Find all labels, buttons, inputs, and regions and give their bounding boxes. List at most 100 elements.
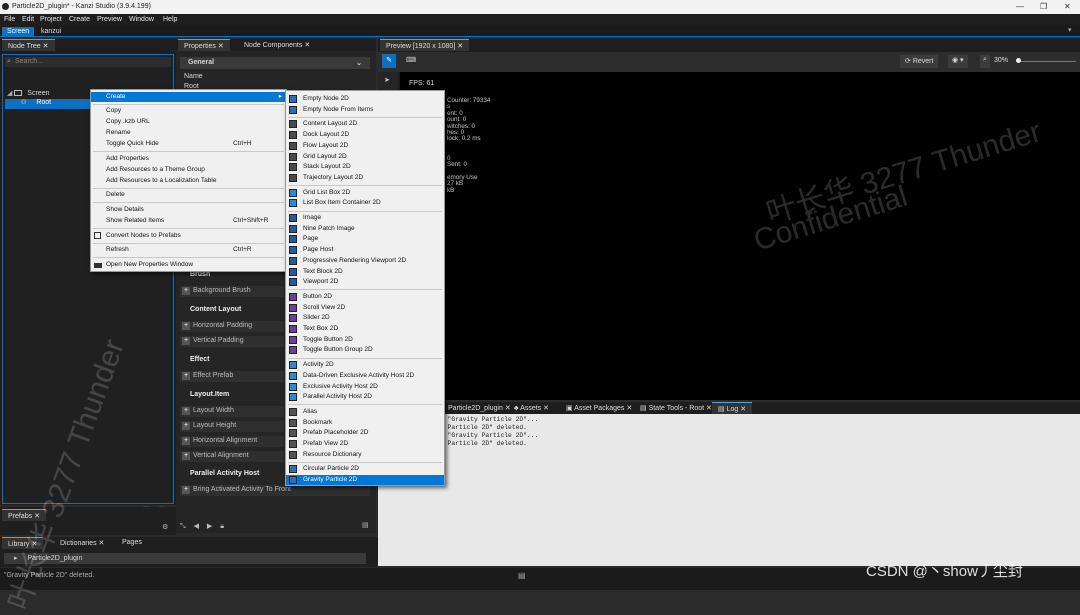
library-item[interactable]: ▸ Particle2D_plugin [4, 553, 366, 564]
create-item-slider-2d[interactable]: Slider 2D [286, 313, 444, 323]
property-layout-height[interactable]: + Layout Height [180, 421, 284, 432]
menu-create[interactable]: Create [69, 16, 90, 23]
create-item-bookmark[interactable]: Bookmark [286, 418, 444, 428]
context-menu-item-convert-to-prefabs[interactable]: Convert Nodes to Prefabs [91, 231, 181, 241]
property-horizontal-padding[interactable]: + Horizontal Padding [180, 321, 284, 332]
context-menu-item-rename[interactable]: Rename [91, 128, 131, 138]
property-effect-prefab[interactable]: + Effect Prefab [180, 371, 284, 382]
create-item-grid-layout-2d[interactable]: Grid Layout 2D [286, 152, 444, 162]
maximize-button[interactable]: ❐ [1040, 2, 1047, 11]
tab-assets[interactable]: ♣ Assets ✕ [508, 402, 555, 414]
create-item-toggle-button-group-2d[interactable]: Toggle Button Group 2D [286, 345, 444, 355]
create-item-circular-particle-2d[interactable]: Circular Particle 2D [286, 464, 444, 474]
create-item-resource-dictionary[interactable]: Resource Dictionary [286, 450, 444, 460]
create-item-text-block-2d[interactable]: Text Block 2D [286, 267, 444, 277]
general-section-header[interactable]: General ⌄ [180, 57, 370, 69]
cursor-icon[interactable]: ➤ [384, 76, 390, 84]
pin-icon[interactable]: ✎ [382, 54, 396, 68]
menu-file[interactable]: File [4, 16, 15, 23]
create-item-progressive-rendering-viewport-2d[interactable]: Progressive Rendering Viewport 2D [286, 256, 444, 266]
context-menu-item-open-properties-window[interactable]: Open New Properties Window [91, 260, 193, 270]
workspace-tab-kanzui[interactable]: kanzui [36, 27, 66, 37]
create-item-image[interactable]: Image [286, 213, 444, 223]
create-item-grid-list-box-2d[interactable]: Grid List Box 2D [286, 188, 444, 198]
context-menu-item-copy-kzb-url[interactable]: Copy .kzb URL [91, 117, 150, 127]
tab-state-tools[interactable]: ▤ State Tools - Root ✕ [634, 402, 718, 414]
create-item-alias[interactable]: Alias [286, 407, 444, 417]
create-item-scroll-view-2d[interactable]: Scroll View 2D [286, 303, 444, 313]
create-item-data-driven-exclusive-activity-host-2d[interactable]: Data-Driven Exclusive Activity Host 2D [286, 371, 444, 381]
next-icon[interactable]: ▶ [207, 523, 212, 530]
zoom-slider[interactable] [1018, 61, 1076, 62]
menu-edit[interactable]: Edit [22, 16, 34, 23]
workspace-dropdown-icon[interactable]: ▾ [1068, 26, 1072, 34]
property-layout-width[interactable]: + Layout Width [180, 406, 284, 417]
tab-asset-packages[interactable]: ▣ Asset Packages ✕ [560, 402, 638, 414]
tab-particle2d-plugin[interactable]: Particle2D_plugin ✕ [442, 402, 517, 414]
keyboard-icon[interactable]: ⌨ [406, 56, 416, 64]
create-item-toggle-button-2d[interactable]: Toggle Button 2D [286, 335, 444, 345]
lock-icon[interactable]: 🔒︎ [220, 523, 224, 530]
create-item-prefab-placeholder-2d[interactable]: Prefab Placeholder 2D [286, 428, 444, 438]
menu-window[interactable]: Window [129, 16, 154, 23]
create-item-stack-layout-2d[interactable]: Stack Layout 2D [286, 162, 444, 172]
context-menu-item-add-properties[interactable]: Add Properties [91, 154, 149, 164]
property-background-brush[interactable]: + Background Brush [180, 286, 284, 297]
context-menu-item-add-theme-group[interactable]: Add Resources to a Theme Group [91, 165, 205, 175]
tree-item-screen[interactable]: ◢ Screen [7, 89, 49, 97]
minimize-button[interactable]: — [1016, 2, 1024, 11]
tab-node-components[interactable]: Node Components ✕ [238, 39, 316, 51]
menu-project[interactable]: Project [40, 16, 62, 23]
expand-icon[interactable]: ⤡ [180, 523, 186, 530]
create-item-empty-node-2d[interactable]: Empty Node 2D [286, 94, 444, 104]
context-menu-item-show-related[interactable]: Show Related Items Ctrl+Shift+R [91, 216, 286, 226]
create-item-page[interactable]: Page [286, 234, 444, 244]
create-item-gravity-particle-2d[interactable]: Gravity Particle 2D [286, 475, 444, 486]
create-item-list-box-item-container-2d[interactable]: List Box Item Container 2D [286, 198, 444, 208]
zoom-slider-handle[interactable] [1016, 58, 1021, 63]
document-icon[interactable]: ▤ [518, 571, 526, 580]
create-item-content-layout-2d[interactable]: Content Layout 2D [286, 119, 444, 129]
context-menu-item-show-details[interactable]: Show Details [91, 205, 144, 215]
tab-properties[interactable]: Properties ✕ [178, 39, 230, 51]
prev-icon[interactable]: ◀ [194, 523, 199, 530]
search-input[interactable]: Search... [5, 57, 171, 67]
visibility-toggle[interactable]: ◉ ▾ [948, 55, 968, 68]
create-item-parallel-activity-host-2d[interactable]: Parallel Activity Host 2D [286, 392, 444, 402]
zoom-icon[interactable]: ⌕ [980, 55, 990, 68]
settings-gear-icon[interactable]: ⚙ [162, 523, 168, 531]
close-button[interactable]: ✕ [1064, 2, 1071, 11]
create-item-nine-patch-image[interactable]: Nine Patch Image [286, 224, 444, 234]
properties-menu-icon[interactable]: ▤ [362, 521, 369, 529]
property-vertical-padding[interactable]: + Vertical Padding [180, 336, 284, 347]
tab-log[interactable]: ▤ Log ✕ [712, 402, 753, 414]
create-item-empty-node-from-items[interactable]: Empty Node From Items [286, 105, 444, 115]
context-menu-item-copy[interactable]: Copy [91, 106, 121, 116]
tab-preview[interactable]: Preview [1920 x 1080] ✕ [380, 39, 470, 51]
context-menu-item-delete[interactable]: Delete [91, 190, 125, 200]
create-item-viewport-2d[interactable]: Viewport 2D [286, 277, 444, 287]
menu-preview[interactable]: Preview [97, 16, 122, 23]
create-item-activity-2d[interactable]: Activity 2D [286, 360, 444, 370]
tab-node-tree[interactable]: Node Tree ✕ [2, 39, 55, 51]
create-item-dock-layout-2d[interactable]: Dock Layout 2D [286, 130, 444, 140]
context-menu-item-create[interactable]: Create ▸ [91, 92, 286, 102]
context-menu-item-add-localization[interactable]: Add Resources to a Localization Table [91, 176, 216, 186]
create-item-page-host[interactable]: Page Host [286, 245, 444, 255]
create-item-button-2d[interactable]: Button 2D [286, 292, 444, 302]
create-item-flow-layout-2d[interactable]: Flow Layout 2D [286, 141, 444, 151]
workspace-tab-screen[interactable]: Screen [2, 27, 35, 37]
property-bring-activated-activity[interactable]: + Bring Activated Activity To Front [180, 485, 370, 496]
context-menu-item-refresh[interactable]: Refresh Ctrl+R [91, 245, 286, 255]
create-item-exclusive-activity-host-2d[interactable]: Exclusive Activity Host 2D [286, 382, 444, 392]
tree-item-root[interactable]: ⚇ Root [5, 99, 93, 109]
property-vertical-alignment[interactable]: + Vertical Alignment [180, 451, 284, 462]
create-item-prefab-view-2d[interactable]: Prefab View 2D [286, 439, 444, 449]
context-menu-item-toggle-quick-hide[interactable]: Toggle Quick Hide Ctrl+H [91, 139, 286, 149]
property-horizontal-alignment[interactable]: + Horizontal Alignment [180, 436, 284, 447]
menu-help[interactable]: Help [163, 16, 177, 23]
create-item-trajectory-layout-2d[interactable]: Trajectory Layout 2D [286, 173, 444, 183]
tab-pages[interactable]: Pages [116, 537, 148, 549]
create-item-text-box-2d[interactable]: Text Box 2D [286, 324, 444, 334]
revert-button[interactable]: ⟳ Revert [900, 55, 939, 68]
